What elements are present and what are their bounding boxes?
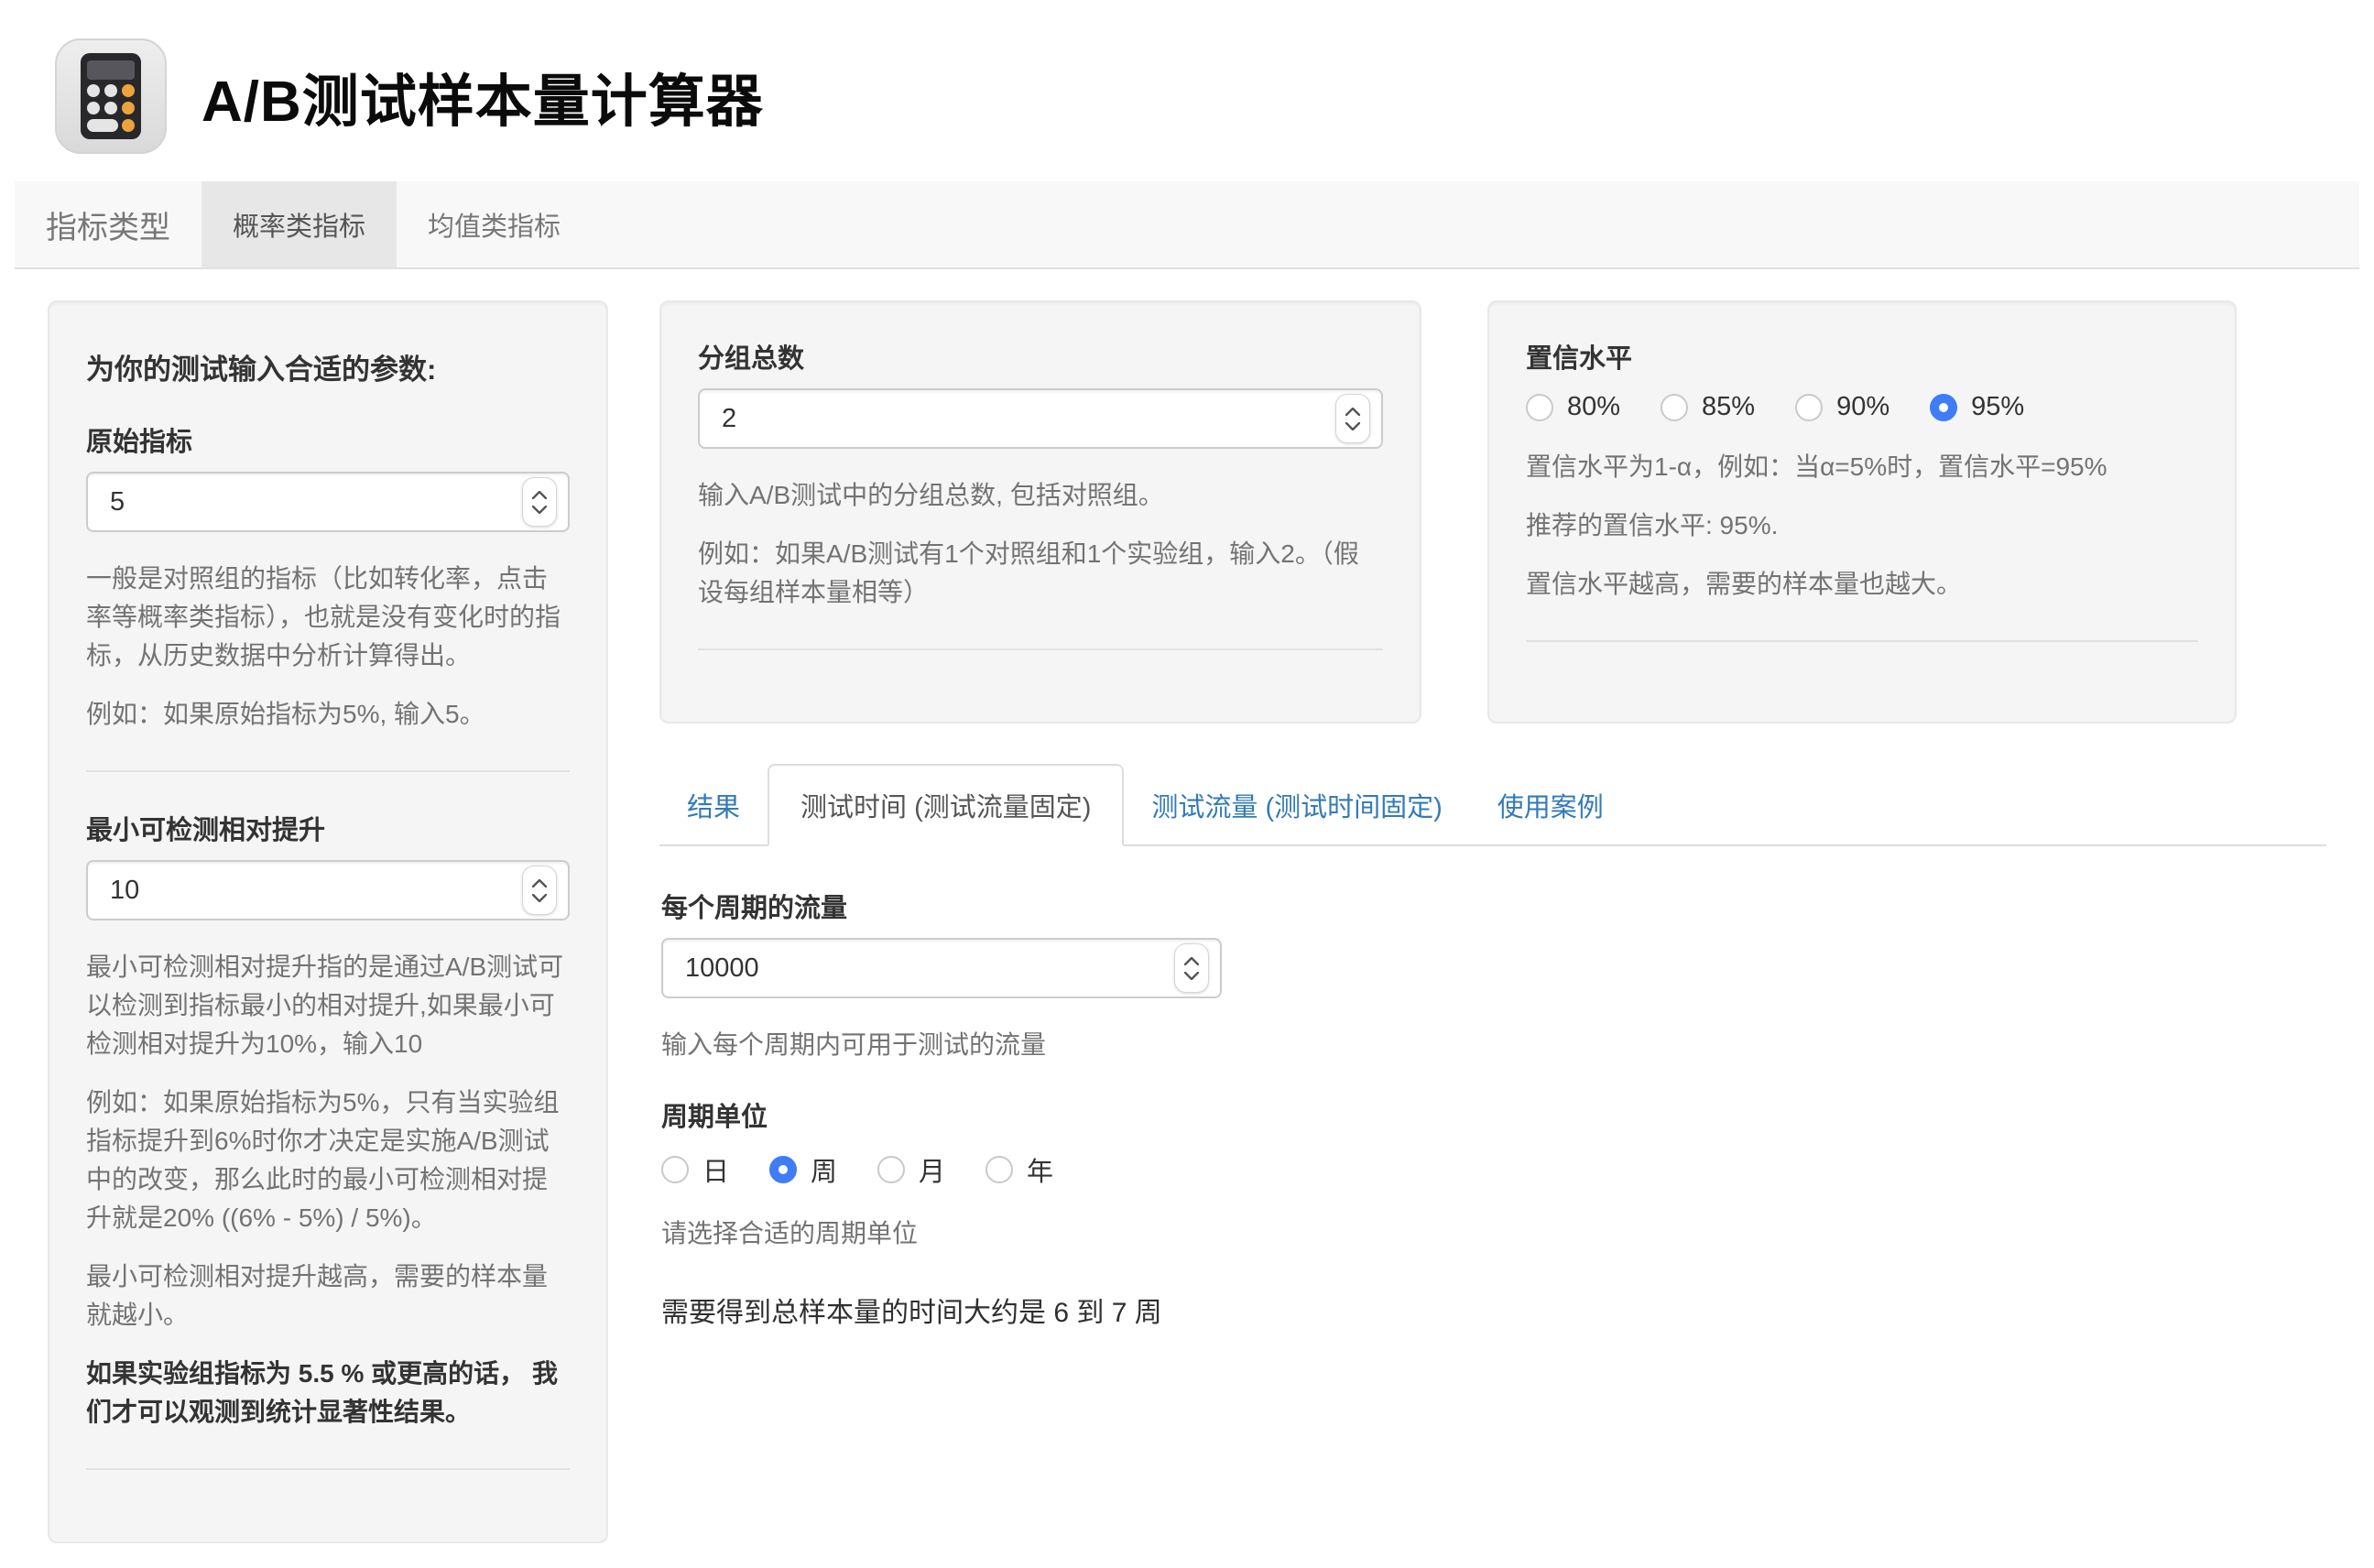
chevron-down-icon (1184, 972, 1199, 980)
divider (698, 648, 1383, 650)
main-column: 分组总数 输入A/B测试中的分组总数, 包括对照组。 例如：如果A/B测试有1个… (659, 300, 2326, 1330)
original-metric-group: 原始指标 (86, 420, 570, 532)
traffic-help: 输入每个周期内可用于测试的流量 (661, 1026, 2326, 1064)
chevron-down-icon (532, 894, 547, 902)
original-metric-help: 一般是对照组的指标（比如转化率，点击率等概率类指标），也就是没有变化时的指标，从… (86, 560, 570, 675)
confidence-95-radio[interactable]: 95% (1930, 392, 2024, 422)
calculator-screen (87, 60, 135, 80)
chevron-down-icon (532, 506, 547, 514)
number-stepper[interactable] (1174, 943, 1209, 993)
unit-year-radio[interactable]: 年 (986, 1150, 1053, 1189)
metric-type-navbar: 指标类型 概率类指标 均值类指标 (15, 181, 2359, 269)
tab-use-cases[interactable]: 使用案例 (1470, 766, 1631, 844)
confidence-90-radio[interactable]: 90% (1795, 392, 1889, 422)
unit-month-radio[interactable]: 月 (877, 1150, 945, 1189)
period-unit-radio-group: 日 周 月 年 (661, 1150, 2326, 1189)
group-count-label: 分组总数 (698, 337, 1383, 376)
mde-note-sample: 最小可检测相对提升越高，需要的样本量就越小。 (86, 1258, 570, 1334)
mde-example: 例如：如果原始指标为5%，只有当实验组指标提升到6%时你才决定是实施A/B测试中… (86, 1083, 570, 1237)
traffic-per-period-label: 每个周期的流量 (661, 887, 2326, 925)
traffic-per-period-input[interactable] (661, 938, 1222, 998)
mde-input[interactable] (86, 860, 570, 920)
page-title: A/B测试样本量计算器 (201, 55, 764, 137)
group-count-card: 分组总数 输入A/B测试中的分组总数, 包括对照组。 例如：如果A/B测试有1个… (659, 300, 1421, 724)
mde-group: 最小可检测相对提升 (86, 809, 570, 920)
tab-test-duration[interactable]: 测试时间 (测试流量固定) (768, 764, 1124, 846)
navbar-tab-mean[interactable]: 均值类指标 (397, 181, 592, 267)
radio-icon (1661, 394, 1688, 421)
app-header: A/B测试样本量计算器 (15, 15, 2359, 181)
group-count-example: 例如：如果A/B测试有1个对照组和1个实验组，输入2。（假设每组样本量相等） (698, 535, 1383, 612)
confidence-level-label: 置信水平 (1526, 337, 2198, 376)
chevron-up-icon (532, 491, 547, 499)
main-content: 为你的测试输入合适的参数: 原始指标 一般是对照组的指标（比如转化率，点击率等概… (15, 269, 2359, 1543)
parameters-sidebar: 为你的测试输入合适的参数: 原始指标 一般是对照组的指标（比如转化率，点击率等概… (48, 300, 608, 1543)
original-metric-input[interactable] (86, 472, 570, 532)
radio-icon (986, 1156, 1013, 1183)
test-duration-panel: 每个周期的流量 输入每个周期内可用于测试的流量 周期单位 日 (659, 846, 2326, 1330)
period-unit-help: 请选择合适的周期单位 (661, 1214, 2326, 1253)
chevron-up-icon (1184, 957, 1199, 965)
original-metric-label: 原始指标 (86, 420, 570, 459)
radio-icon (1795, 394, 1823, 421)
divider (86, 770, 570, 772)
confidence-level-card: 置信水平 80% 85% 90% (1487, 300, 2237, 724)
radio-icon (661, 1156, 689, 1183)
number-stepper[interactable] (522, 866, 557, 915)
group-count-help: 输入A/B测试中的分组总数, 包括对照组。 (698, 476, 1383, 515)
group-count-input[interactable] (698, 388, 1383, 449)
number-stepper[interactable] (1335, 394, 1370, 443)
mde-significance-note: 如果实验组指标为 5.5 % 或更高的话， 我们才可以观测到统计显著性结果。 (86, 1355, 570, 1432)
cards-row: 分组总数 输入A/B测试中的分组总数, 包括对照组。 例如：如果A/B测试有1个… (659, 300, 2326, 724)
period-unit-label: 周期单位 (661, 1095, 2326, 1134)
chevron-up-icon (1345, 408, 1360, 416)
original-metric-example: 例如：如果原始指标为5%, 输入5。 (86, 695, 570, 734)
confidence-85-radio[interactable]: 85% (1661, 392, 1755, 422)
unit-day-radio[interactable]: 日 (661, 1150, 729, 1189)
sidebar-heading: 为你的测试输入合适的参数: (86, 346, 570, 387)
navbar-brand: 指标类型 (15, 181, 201, 267)
number-stepper[interactable] (522, 477, 557, 527)
navbar-tab-probability[interactable]: 概率类指标 (201, 181, 397, 267)
mde-label: 最小可检测相对提升 (86, 809, 570, 847)
divider (86, 1468, 570, 1470)
confidence-help: 置信水平为1-α，例如：当α=5%时，置信水平=95% (1526, 448, 2198, 486)
page: A/B测试样本量计算器 指标类型 概率类指标 均值类指标 为你的测试输入合适的参… (15, 15, 2359, 1543)
divider (1526, 640, 2198, 642)
result-tabs: 结果 测试时间 (测试流量固定) 测试流量 (测试时间固定) 使用案例 (659, 764, 2326, 846)
radio-icon (1526, 394, 1553, 421)
confidence-80-radio[interactable]: 80% (1526, 392, 1620, 422)
tab-results[interactable]: 结果 (659, 766, 768, 844)
confidence-recommended: 推荐的置信水平: 95%. (1526, 506, 2198, 545)
unit-week-radio[interactable]: 周 (769, 1150, 837, 1189)
radio-icon (1930, 394, 1957, 421)
confidence-radio-group: 80% 85% 90% 95% (1526, 392, 2198, 422)
calculator-icon (55, 38, 167, 154)
tab-test-traffic[interactable]: 测试流量 (测试时间固定) (1124, 766, 1469, 844)
mde-help: 最小可检测相对提升指的是通过A/B测试可以检测到指标最小的相对提升,如果最小可检… (86, 948, 570, 1063)
confidence-note: 置信水平越高，需要的样本量也越大。 (1526, 565, 2198, 604)
radio-icon (877, 1156, 905, 1183)
radio-icon (769, 1156, 797, 1183)
duration-result-text: 需要得到总样本量的时间大约是 6 到 7 周 (661, 1290, 2326, 1330)
chevron-up-icon (532, 879, 547, 887)
chevron-down-icon (1345, 422, 1360, 430)
